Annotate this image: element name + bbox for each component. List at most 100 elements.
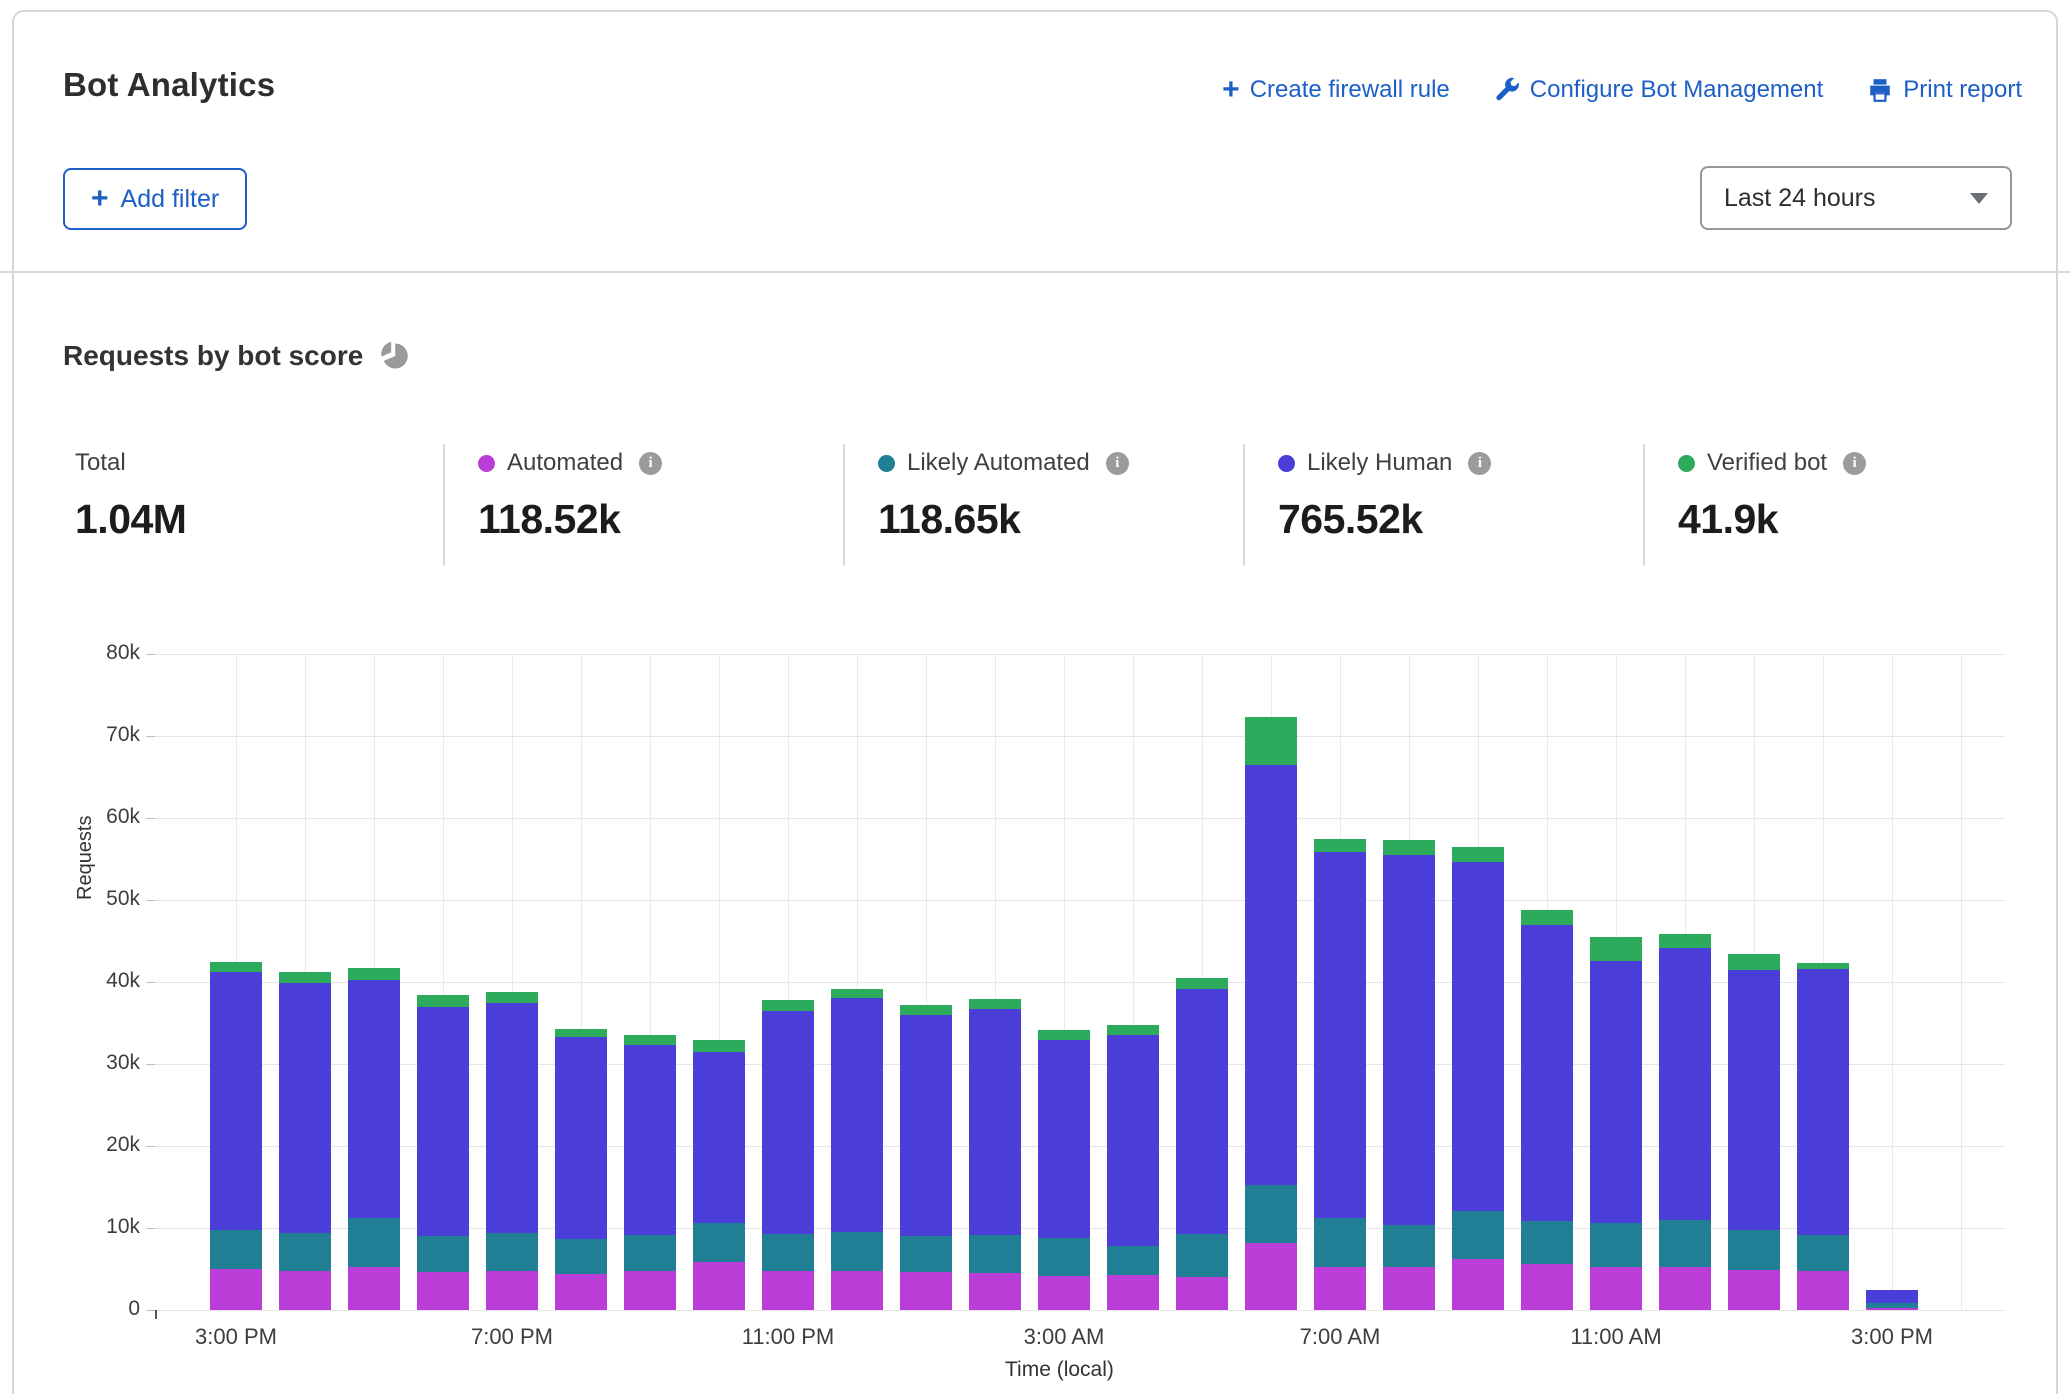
bar-segment xyxy=(831,1232,883,1271)
bar-segment xyxy=(624,1271,676,1310)
plus-icon: + xyxy=(1222,78,1240,102)
time-range-dropdown[interactable]: Last 24 hours xyxy=(1700,166,2012,230)
y-tick-label: 80k xyxy=(80,641,140,665)
bar-segment xyxy=(1176,1277,1228,1310)
bar-segment xyxy=(417,995,469,1007)
chart-bar[interactable] xyxy=(1176,978,1228,1310)
bar-segment xyxy=(1038,1238,1090,1276)
bar-segment xyxy=(1659,948,1711,1219)
chart-bar[interactable] xyxy=(831,989,883,1310)
bar-segment xyxy=(1314,852,1366,1218)
bar-segment xyxy=(348,1218,400,1267)
bar-segment xyxy=(555,1029,607,1037)
x-tick-label: 11:00 AM xyxy=(1546,1324,1686,1350)
bar-segment xyxy=(1038,1040,1090,1238)
chart-bar[interactable] xyxy=(1590,937,1642,1310)
x-origin-tick xyxy=(155,1310,157,1319)
header-actions: + Create firewall rule Configure Bot Man… xyxy=(1222,76,2022,104)
chart-bar[interactable] xyxy=(762,1000,814,1310)
stat-value: 41.9k xyxy=(1678,496,1866,543)
bar-segment xyxy=(1383,855,1435,1225)
bar-segment xyxy=(900,1015,952,1236)
bar-segment xyxy=(1038,1276,1090,1310)
bar-segment xyxy=(1314,1218,1366,1266)
x-tick-label: 3:00 PM xyxy=(166,1324,306,1350)
chart-bar[interactable] xyxy=(279,972,331,1310)
chart-bar[interactable] xyxy=(417,995,469,1310)
bar-segment xyxy=(1866,1290,1918,1302)
bar-segment xyxy=(624,1235,676,1272)
chart-bar[interactable] xyxy=(348,968,400,1310)
info-icon[interactable]: i xyxy=(1843,452,1866,475)
chart-bar[interactable] xyxy=(1452,847,1504,1310)
bar-segment xyxy=(900,1236,952,1272)
page-title: Bot Analytics xyxy=(63,66,275,104)
info-icon[interactable]: i xyxy=(1468,452,1491,475)
bar-segment xyxy=(1383,1225,1435,1268)
stat-total: Total 1.04M xyxy=(75,448,186,543)
stat-value: 118.52k xyxy=(478,496,662,543)
y-tick-label: 60k xyxy=(80,805,140,829)
bar-segment xyxy=(279,1271,331,1310)
configure-bot-management-link[interactable]: Configure Bot Management xyxy=(1494,76,1824,104)
bar-segment xyxy=(1452,1211,1504,1259)
stat-automated: Automated i 118.52k xyxy=(478,448,662,543)
bar-segment xyxy=(1590,961,1642,1223)
plus-icon: + xyxy=(91,187,109,211)
chart-bar[interactable] xyxy=(1659,934,1711,1310)
chart-bar[interactable] xyxy=(555,1029,607,1310)
bot-analytics-page: Bot Analytics + Create firewall rule Con… xyxy=(0,0,2070,1394)
chart-bar[interactable] xyxy=(1521,910,1573,1310)
bar-segment xyxy=(1107,1025,1159,1035)
bar-segment xyxy=(348,980,400,1218)
bar-segment xyxy=(417,1236,469,1272)
bar-segment xyxy=(486,992,538,1003)
y-tick xyxy=(146,654,155,655)
chart-bar[interactable] xyxy=(1314,839,1366,1310)
x-tick-label: 11:00 PM xyxy=(718,1324,858,1350)
bar-segment xyxy=(1176,978,1228,989)
bar-segment xyxy=(1245,765,1297,1185)
stat-value: 118.65k xyxy=(878,496,1129,543)
bar-segment xyxy=(624,1035,676,1045)
x-tick-label: 3:00 AM xyxy=(994,1324,1134,1350)
y-tick xyxy=(146,1064,155,1065)
chart-bar[interactable] xyxy=(1245,717,1297,1310)
stat-value: 1.04M xyxy=(75,496,186,543)
y-tick-label: 40k xyxy=(80,969,140,993)
bar-segment xyxy=(831,989,883,998)
chart-bar[interactable] xyxy=(624,1035,676,1310)
chart-bar[interactable] xyxy=(900,1005,952,1310)
bar-segment xyxy=(1107,1246,1159,1275)
chart-bar[interactable] xyxy=(1728,954,1780,1310)
bar-segment xyxy=(969,1009,1021,1235)
chart-bar[interactable] xyxy=(1038,1030,1090,1310)
bar-segment xyxy=(486,1233,538,1271)
bar-segment xyxy=(900,1272,952,1310)
gridline-h xyxy=(155,900,2005,901)
stat-verified-bot: Verified bot i 41.9k xyxy=(1678,448,1866,543)
create-firewall-rule-link[interactable]: + Create firewall rule xyxy=(1222,76,1450,104)
stat-label: Total xyxy=(75,449,126,477)
chart-bar[interactable] xyxy=(693,1040,745,1310)
info-icon[interactable]: i xyxy=(639,452,662,475)
bar-segment xyxy=(279,983,331,1233)
chart-bar[interactable] xyxy=(210,962,262,1310)
bar-segment xyxy=(1521,1221,1573,1264)
chart-bar[interactable] xyxy=(1107,1025,1159,1310)
chart-bar[interactable] xyxy=(486,992,538,1310)
x-tick-label: 7:00 AM xyxy=(1270,1324,1410,1350)
chart-bar[interactable] xyxy=(969,999,1021,1310)
chart-bar[interactable] xyxy=(1383,840,1435,1310)
bar-segment xyxy=(1245,717,1297,765)
bar-segment xyxy=(1245,1185,1297,1243)
info-icon[interactable]: i xyxy=(1106,452,1129,475)
print-report-link[interactable]: Print report xyxy=(1867,76,2022,104)
chart-bar[interactable] xyxy=(1866,1290,1918,1310)
bar-segment xyxy=(210,972,262,1230)
bar-segment xyxy=(1314,1267,1366,1310)
bar-segment xyxy=(1452,847,1504,863)
gridline-h xyxy=(155,654,2005,655)
add-filter-button[interactable]: + Add filter xyxy=(63,168,247,230)
chart-bar[interactable] xyxy=(1797,963,1849,1310)
